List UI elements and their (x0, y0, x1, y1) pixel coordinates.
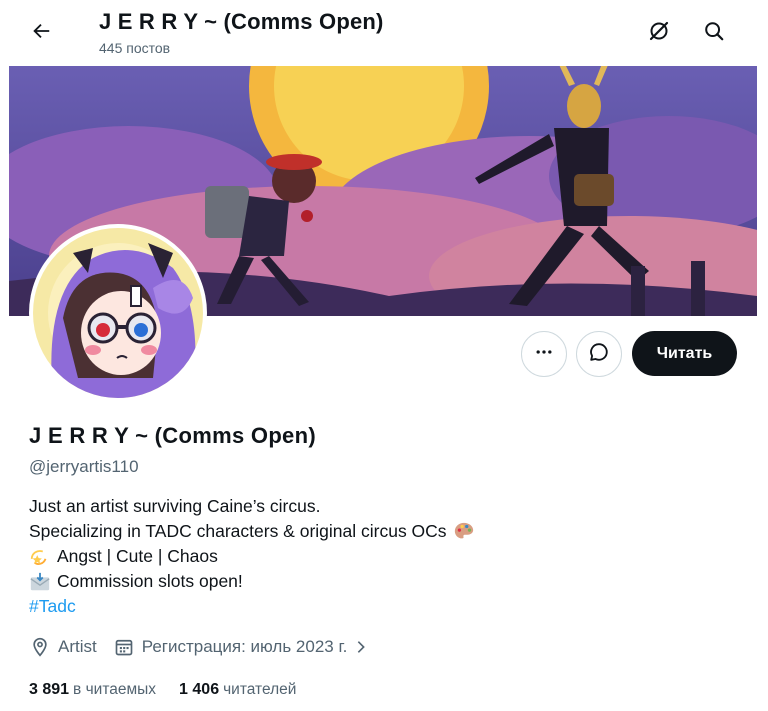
bio-line-text: Just an artist surviving Caine’s circus. (29, 496, 321, 516)
search-button[interactable] (695, 14, 733, 52)
following-label: в читаемых (73, 681, 157, 698)
envelope-icon (29, 571, 51, 593)
bio-line: Commission slots open! (29, 569, 729, 594)
profile-header: J E R R Y ~ (Comms Open) 445 постов (0, 0, 768, 66)
bio-line: Angst | Cute | Chaos (29, 544, 729, 569)
profile-join-date[interactable]: Регистрация: июль 2023 г. (113, 635, 370, 659)
bio-line-text: Commission slots open! (57, 571, 243, 591)
followers-label: читателей (223, 681, 297, 698)
avatar-image (33, 228, 203, 398)
more-options-button[interactable] (521, 331, 567, 377)
header-title-block: J E R R Y ~ (Comms Open) 445 постов (99, 8, 384, 58)
grok-icon (647, 19, 671, 48)
hashtag-link[interactable]: #Tadc (29, 594, 76, 619)
chevron-right-icon (353, 639, 369, 655)
profile-display-name: J E R R Y ~ (Comms Open) (29, 423, 316, 448)
location-text: Artist (58, 637, 97, 656)
search-icon (703, 20, 725, 47)
profile-meta: Artist Регистрация: июль 2023 г. (29, 635, 369, 659)
dizzy-star-icon (29, 546, 51, 568)
profile-stats: 3 891 в читаемых 1 406 читателей (29, 678, 296, 702)
more-dots-icon (534, 342, 554, 367)
location-pin-icon (29, 636, 51, 658)
header-title: J E R R Y ~ (Comms Open) (99, 9, 384, 34)
profile-handle: @jerryartis110 (29, 457, 139, 476)
profile-location: Artist (29, 635, 97, 659)
profile-bio: Just an artist surviving Caine’s circus.… (29, 494, 729, 619)
calendar-icon (113, 636, 135, 658)
bio-line-text: Specializing in TADC characters & origin… (29, 521, 447, 541)
join-date-text: Регистрация: июль 2023 г. (141, 637, 348, 656)
post-count: 445 постов (99, 40, 171, 56)
bio-line: Just an artist surviving Caine’s circus. (29, 494, 729, 519)
bio-line-text: Angst | Cute | Chaos (57, 546, 218, 566)
message-bubble-icon (588, 341, 610, 368)
following-link[interactable]: 3 891 в читаемых (29, 678, 156, 702)
message-button[interactable] (576, 331, 622, 377)
bio-line: Specializing in TADC characters & origin… (29, 519, 729, 544)
arrow-left-icon (30, 20, 52, 47)
grok-button[interactable] (640, 14, 678, 52)
follow-button[interactable]: Читать (632, 331, 737, 376)
profile-avatar[interactable] (29, 224, 207, 402)
followers-count: 1 406 (179, 681, 220, 698)
following-count: 3 891 (29, 681, 70, 698)
bio-line: #Tadc (29, 594, 729, 619)
followers-link[interactable]: 1 406 читателей (179, 678, 296, 702)
palette-icon (453, 521, 475, 543)
back-button[interactable] (22, 14, 60, 52)
